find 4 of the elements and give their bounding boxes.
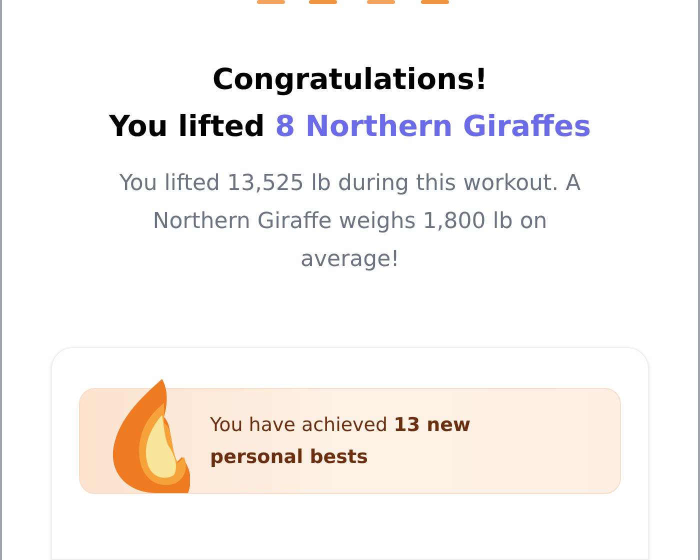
headline: You lifted 8 Northern Giraffes	[109, 108, 591, 145]
description-text: You lifted 13,525 lb during this workout. A Northern Giraffe weighs 1,800 lb on average!	[118, 170, 582, 274]
congratulations-title: Congratulations!	[212, 61, 488, 98]
achievement-text: You have achieved 13 new personal bests	[210, 413, 472, 470]
